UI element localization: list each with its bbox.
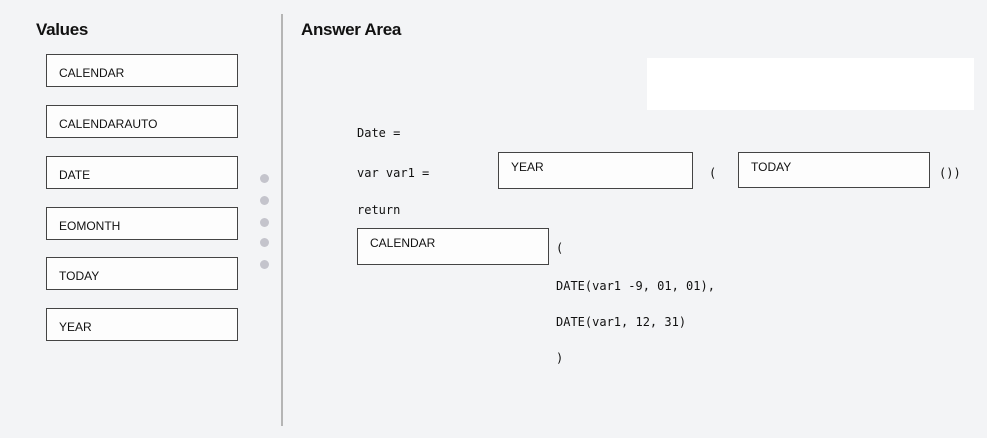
close-paren-2: ) [556,351,564,365]
value-item-eomonth[interactable]: EOMONTH [46,207,238,240]
values-heading: Values [36,20,89,39]
code-line-date-end: DATE(var1, 12, 31) [556,315,687,329]
code-line-return: return [357,203,401,217]
handle-dot [260,218,269,227]
value-item-today[interactable]: TODAY [46,257,238,290]
close-paren-1: ()) [939,166,961,180]
value-item-date[interactable]: DATE [46,156,238,189]
panel-divider[interactable] [281,14,283,426]
answer-area-heading: Answer Area [301,20,402,39]
handle-dot [260,174,269,183]
value-item-calendarauto[interactable]: CALENDARAUTO [46,105,238,138]
open-paren-2: ( [556,241,564,255]
answer-slot-3[interactable]: CALENDAR [357,228,549,265]
handle-dot [260,260,269,269]
code-line-date-start: DATE(var1 -9, 01, 01), [556,279,715,293]
blank-region [647,58,974,110]
handle-dot [260,238,269,247]
answer-slot-2[interactable]: TODAY [738,152,930,188]
value-item-year[interactable]: YEAR [46,308,238,341]
answer-slot-1[interactable]: YEAR [498,152,693,189]
drag-handle-icon[interactable] [257,170,273,270]
code-line-var: var var1 = [357,166,430,180]
open-paren-1: ( [709,166,717,180]
code-line-date: Date = [357,126,401,140]
handle-dot [260,196,269,205]
value-item-calendar[interactable]: CALENDAR [46,54,238,87]
